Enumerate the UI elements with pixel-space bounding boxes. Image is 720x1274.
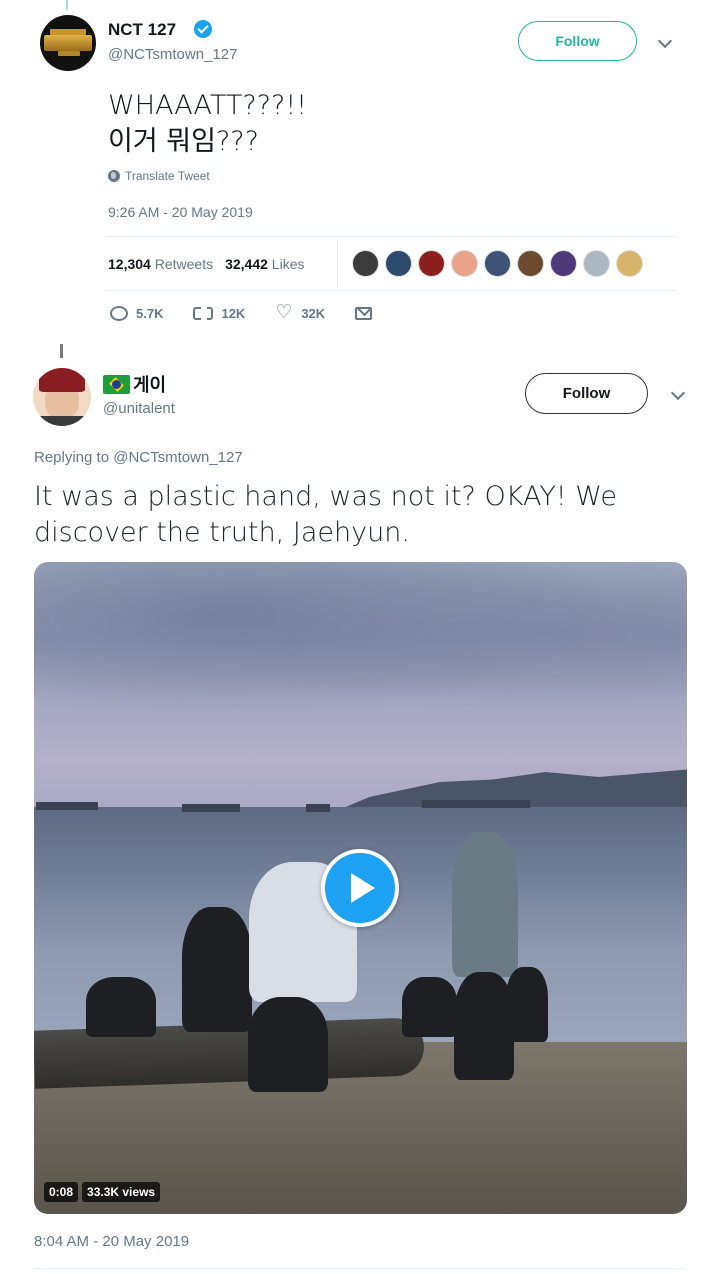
avatar-hair-shape	[39, 368, 85, 392]
video-scene-person	[86, 977, 156, 1037]
chevron-down-icon[interactable]	[670, 385, 686, 401]
video-scene-person	[454, 972, 514, 1080]
video-player[interactable]: 0:08 33.3K views	[34, 562, 687, 1214]
retweet-count: 12K	[221, 305, 246, 321]
video-views: 33.3K views	[82, 1182, 161, 1202]
video-meta: 0:08 33.3K views	[44, 1182, 161, 1202]
tweet1-timestamp[interactable]: 9:26 AM - 20 May 2019	[108, 204, 253, 220]
tweet2-text: It was a plastic hand, was not it? OKAY!…	[34, 481, 617, 548]
likes-stat[interactable]: 32,442 Likes	[225, 256, 304, 272]
likes-label: Likes	[271, 256, 305, 272]
retweets-label: Retweets	[154, 256, 214, 272]
video-scene-person	[506, 967, 548, 1042]
tweet1-handle[interactable]: @NCTsmtown_127	[108, 46, 237, 63]
tweet2-display-name: 게이	[133, 375, 167, 396]
logo-shape	[58, 51, 80, 56]
video-scene-ship	[306, 804, 330, 812]
logo-shape	[44, 35, 92, 51]
liker-avatars	[352, 250, 643, 277]
video-scene-person	[182, 907, 252, 1032]
tweet1-text-line: 이거 뭐임???	[108, 126, 259, 157]
divider	[337, 240, 338, 288]
avatar-shirt-shape	[33, 416, 91, 426]
liker-avatar[interactable]	[583, 250, 610, 277]
like-button[interactable]: ♡ 32K	[275, 302, 326, 323]
video-scene-ship	[182, 804, 240, 812]
divider	[34, 1268, 684, 1269]
globe-icon	[108, 170, 120, 182]
tweet1-text: WHAAATT???!! 이거 뭐임???	[108, 88, 307, 160]
video-duration: 0:08	[44, 1182, 79, 1202]
play-icon	[351, 873, 375, 903]
liker-avatar[interactable]	[616, 250, 643, 277]
tweet2-timestamp[interactable]: 8:04 AM - 20 May 2019	[34, 1233, 189, 1250]
video-scene-ship	[36, 802, 98, 810]
likes-count: 32,442	[225, 256, 268, 272]
brazil-flag-icon	[103, 374, 130, 394]
tweet1-display-name[interactable]: NCT 127	[108, 20, 176, 40]
chevron-down-icon[interactable]	[657, 33, 673, 49]
video-scene-person	[402, 977, 457, 1037]
retweet-button[interactable]: 12K	[193, 304, 246, 321]
replying-to[interactable]: Replying to @NCTsmtown_127	[34, 449, 243, 466]
unitalent-avatar[interactable]	[33, 368, 91, 426]
video-scene-clouds	[34, 562, 687, 732]
liker-avatar[interactable]	[418, 250, 445, 277]
tweet2-name-row[interactable]: 게이	[103, 371, 166, 397]
liker-avatar[interactable]	[352, 250, 379, 277]
video-scene-ship	[422, 800, 530, 808]
retweets-count: 12,304	[108, 256, 151, 272]
tweet1-stats: 12,304 Retweets 32,442 Likes	[108, 256, 304, 272]
like-count: 32K	[301, 305, 326, 321]
liker-avatar[interactable]	[517, 250, 544, 277]
retweets-stat[interactable]: 12,304 Retweets	[108, 256, 213, 272]
reply-button[interactable]: 5.7K	[110, 305, 164, 321]
video-scene-person	[248, 997, 328, 1092]
translate-tweet-link[interactable]: Translate Tweet	[108, 169, 210, 183]
thread-connector-line	[60, 344, 63, 358]
tweet2-handle[interactable]: @unitalent	[103, 400, 175, 417]
tweet1-text-line: WHAAATT???!!	[108, 90, 307, 121]
thread-connector-line	[66, 0, 68, 10]
liker-avatar[interactable]	[484, 250, 511, 277]
reply-count: 5.7K	[136, 305, 164, 321]
verified-badge-icon	[194, 20, 212, 38]
divider	[106, 290, 676, 291]
reply-icon	[110, 305, 128, 321]
play-button[interactable]	[321, 849, 399, 927]
liker-avatar[interactable]	[451, 250, 478, 277]
mail-icon	[355, 306, 373, 320]
video-scene-person	[452, 832, 518, 977]
tweet1-actions: 5.7K 12K ♡ 32K	[110, 302, 402, 323]
direct-message-button[interactable]	[355, 306, 373, 320]
nct127-avatar[interactable]	[40, 15, 96, 71]
heart-icon: ♡	[275, 302, 293, 323]
tweet2-follow-button[interactable]: Follow	[525, 373, 648, 414]
liker-avatar[interactable]	[550, 250, 577, 277]
retweet-icon	[193, 304, 214, 321]
liker-avatar[interactable]	[385, 250, 412, 277]
translate-label: Translate Tweet	[125, 169, 210, 183]
tweet1-follow-button[interactable]: Follow	[518, 21, 637, 61]
divider	[106, 236, 676, 237]
